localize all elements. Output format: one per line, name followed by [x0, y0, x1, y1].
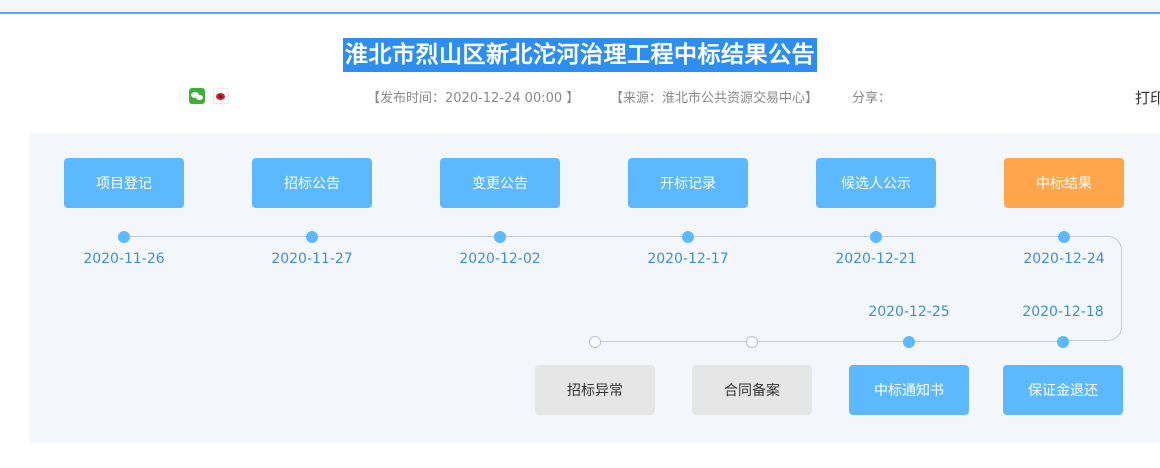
step-dot [870, 231, 882, 243]
step-dot [118, 231, 130, 243]
step-award-result-button[interactable]: 中标结果 [1004, 158, 1124, 208]
title-container: 淮北市烈山区新北沱河治理工程中标结果公告 [0, 38, 1160, 72]
step-dot [682, 231, 694, 243]
step-dot-empty [746, 336, 758, 348]
step-date: 2020-12-25 [868, 304, 950, 320]
step-dot [903, 336, 915, 348]
timeline-bottom-line [595, 341, 1063, 342]
publish-time: 【发布时间：2020-12-24 00:00 】 [367, 91, 580, 106]
step-dot-empty [589, 336, 601, 348]
print-button[interactable]: 打印 [1135, 87, 1160, 108]
top-nav-strip [0, 0, 1160, 14]
step-bid-opening-record-button[interactable]: 开标记录 [628, 158, 748, 208]
step-date: 2020-12-24 [1023, 251, 1105, 267]
step-dot [306, 231, 318, 243]
step-date: 2020-12-02 [459, 251, 541, 267]
timeline-top-line [124, 236, 1063, 237]
share-label: 分享： [852, 91, 892, 106]
weibo-icon[interactable] [213, 88, 229, 104]
page-title: 淮北市烈山区新北沱河治理工程中标结果公告 [343, 38, 817, 72]
step-candidate-publicity-button[interactable]: 候选人公示 [816, 158, 936, 208]
step-contract-filing-button[interactable]: 合同备案 [692, 365, 812, 415]
step-dot [494, 231, 506, 243]
step-date: 2020-12-21 [835, 251, 917, 267]
step-date: 2020-12-17 [647, 251, 729, 267]
source-label: 【来源：淮北市公共资源交易中心】 [610, 91, 819, 106]
step-dot [1058, 231, 1070, 243]
step-change-notice-button[interactable]: 变更公告 [440, 158, 560, 208]
wechat-icon[interactable] [189, 88, 205, 104]
step-award-notice-button[interactable]: 中标通知书 [849, 365, 969, 415]
step-tender-notice-button[interactable]: 招标公告 [252, 158, 372, 208]
step-date: 2020-11-27 [271, 251, 353, 267]
step-date: 2020-11-26 [83, 251, 165, 267]
step-dot [1057, 336, 1069, 348]
step-project-register-button[interactable]: 项目登记 [64, 158, 184, 208]
step-date: 2020-12-18 [1022, 304, 1104, 320]
step-tender-exception-button[interactable]: 招标异常 [535, 365, 655, 415]
step-deposit-refund-button[interactable]: 保证金退还 [1003, 365, 1123, 415]
